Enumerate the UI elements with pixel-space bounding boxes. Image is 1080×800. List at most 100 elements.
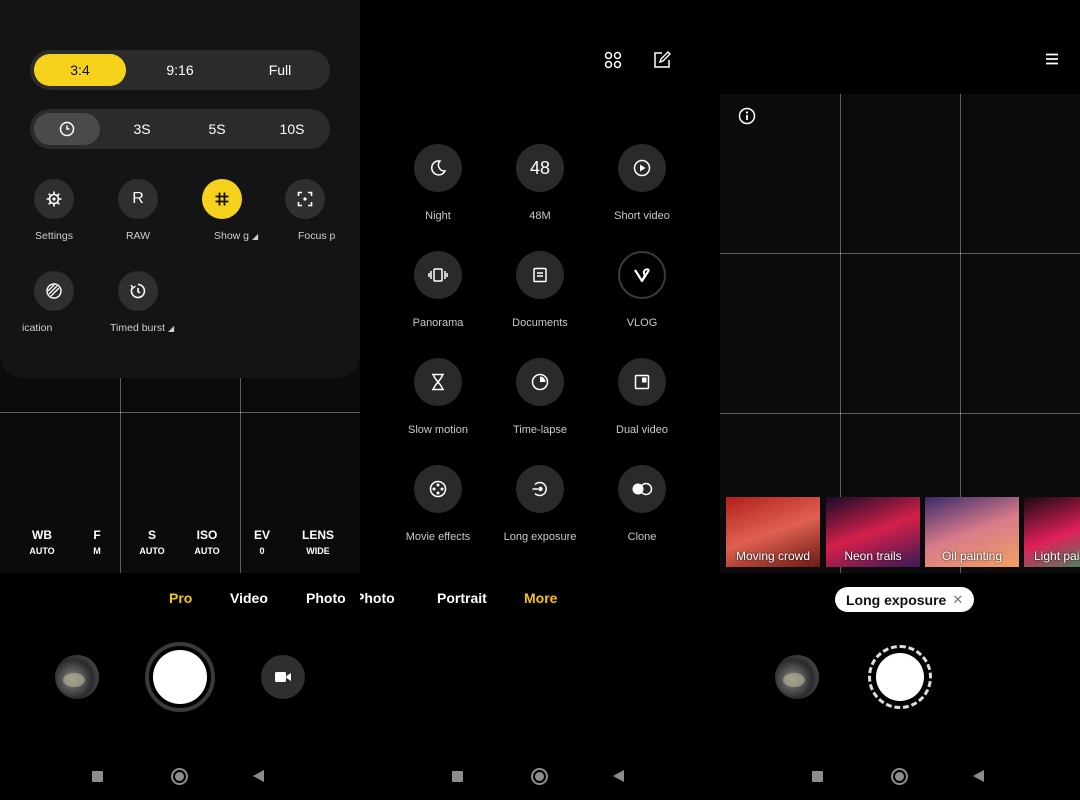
- mode-icon-button: [516, 465, 564, 513]
- gear-icon: [46, 191, 62, 207]
- show-grid-button[interactable]: [202, 179, 242, 219]
- param-f[interactable]: FM: [72, 528, 122, 556]
- more-modes-panel: Night 48 48M Short video Panorama Docume…: [360, 0, 720, 800]
- pro-mode-panel: 3:4 9:16 Full 3S 5S 10S Settings R RAW S…: [0, 0, 360, 800]
- param-value: M: [93, 546, 101, 556]
- param-name: S: [147, 528, 156, 542]
- recents-button[interactable]: [812, 771, 823, 782]
- mode-photo[interactable]: Photo: [360, 590, 395, 606]
- system-nav-bar: [360, 760, 720, 794]
- mode-48m[interactable]: 48 48M: [490, 144, 590, 222]
- record-video-button[interactable]: [261, 655, 305, 699]
- param-ev[interactable]: EV 0: [237, 528, 287, 556]
- show-grid-label-text: Show g: [214, 230, 250, 242]
- back-button[interactable]: [253, 770, 264, 782]
- param-s[interactable]: S AUTO: [127, 528, 177, 556]
- edit-icon: [654, 51, 671, 68]
- mode-label: Slow motion: [408, 424, 468, 436]
- param-value: AUTO: [139, 546, 165, 556]
- param-iso[interactable]: ISO AUTO: [182, 528, 232, 556]
- param-name: WB: [32, 528, 52, 542]
- ratio-option-9-16[interactable]: 9:16: [134, 54, 226, 86]
- edit-button[interactable]: [653, 51, 673, 71]
- dual-video-icon: [634, 374, 650, 390]
- mode-night[interactable]: Night: [388, 144, 488, 222]
- timer-10s-option[interactable]: 10S: [259, 113, 325, 145]
- active-effect-chip[interactable]: Long exposure ✕: [835, 587, 975, 612]
- grid-line: [720, 413, 1080, 414]
- mode-short-video[interactable]: Short video: [592, 144, 692, 222]
- info-button[interactable]: [738, 107, 756, 125]
- timed-burst-button[interactable]: [118, 271, 158, 311]
- ratio-option-3-4[interactable]: 3:4: [34, 54, 126, 86]
- apps-grid-button[interactable]: [604, 51, 624, 71]
- mode-video[interactable]: Video: [230, 590, 268, 606]
- focus-peaking-button[interactable]: [285, 179, 325, 219]
- mode-time-lapse[interactable]: Time-lapse: [490, 358, 590, 436]
- mode-icon-button: [618, 465, 666, 513]
- settings-label: Settings: [35, 230, 73, 242]
- mode-icon-button: 48: [516, 144, 564, 192]
- mode-icon-button: [414, 358, 462, 406]
- recents-button[interactable]: [452, 771, 463, 782]
- mode-icon-button: [414, 144, 462, 192]
- mode-clone[interactable]: Clone: [592, 465, 692, 543]
- quick-settings-card: 3:4 9:16 Full 3S 5S 10S Settings R RAW S…: [0, 0, 360, 378]
- effect-moving-crowd[interactable]: Moving crowd: [726, 497, 820, 567]
- recents-button[interactable]: [92, 771, 103, 782]
- gallery-thumbnail[interactable]: [775, 655, 819, 699]
- shutter-button[interactable]: [145, 642, 215, 712]
- mode-long-exposure[interactable]: Long exposure: [490, 465, 590, 543]
- mode-label: Movie effects: [405, 531, 471, 543]
- magnification-button[interactable]: [34, 271, 74, 311]
- param-lens[interactable]: LENS WIDE: [293, 528, 343, 556]
- back-button[interactable]: [973, 770, 984, 782]
- effect-neon-trails[interactable]: Neon trails: [826, 497, 920, 567]
- shutter-button[interactable]: [868, 645, 932, 709]
- raw-button[interactable]: R: [118, 179, 158, 219]
- effect-oil-painting[interactable]: Oil painting: [925, 497, 1019, 567]
- close-icon[interactable]: ✕: [952, 592, 963, 608]
- ratio-option-full[interactable]: Full: [234, 54, 326, 86]
- home-button[interactable]: [531, 768, 548, 785]
- effect-light-painting[interactable]: Light pai: [1024, 497, 1080, 567]
- gallery-thumbnail[interactable]: [55, 655, 99, 699]
- timed-burst-icon: [130, 283, 146, 299]
- mode-label: Night: [425, 210, 451, 222]
- mode-label: 48M: [529, 210, 551, 222]
- effect-label: Oil painting: [941, 549, 1003, 563]
- timed-burst-label-text: Timed burst: [110, 322, 166, 334]
- mode-panorama[interactable]: Panorama: [388, 251, 488, 329]
- home-button[interactable]: [891, 768, 908, 785]
- mode-more[interactable]: More: [524, 590, 557, 606]
- grid-line: [0, 412, 360, 413]
- mode-documents[interactable]: Documents: [490, 251, 590, 329]
- mode-label: Documents: [512, 317, 568, 329]
- document-icon: [533, 267, 547, 283]
- mode-vlog[interactable]: VLOG: [592, 251, 692, 329]
- mode-movie-effects[interactable]: Movie effects: [388, 465, 488, 543]
- timelapse-icon: [531, 373, 549, 391]
- mode-dual-video[interactable]: Dual video: [592, 358, 692, 436]
- back-button[interactable]: [613, 770, 624, 782]
- menu-button[interactable]: [1044, 52, 1062, 68]
- mode-slow-motion[interactable]: Slow motion: [388, 358, 488, 436]
- expand-caret-icon: ◢: [167, 324, 175, 333]
- hourglass-icon: [432, 373, 444, 391]
- four-dots-icon: [604, 51, 622, 69]
- home-button[interactable]: [171, 768, 188, 785]
- effects-filmstrip: Moving crowd Neon trails Oil painting Li…: [726, 497, 1080, 567]
- timer-5s-option[interactable]: 5S: [184, 113, 250, 145]
- mode-photo[interactable]: Photo: [306, 590, 346, 606]
- effect-label: Light pai: [1034, 549, 1080, 563]
- param-wb[interactable]: WB AUTO: [17, 528, 67, 556]
- mode-pro[interactable]: Pro: [169, 590, 192, 606]
- settings-button[interactable]: [34, 179, 74, 219]
- timer-off-option[interactable]: [34, 113, 100, 145]
- show-grid-label: Show g ◢: [214, 230, 258, 242]
- param-value: AUTO: [29, 546, 55, 556]
- timer-3s-option[interactable]: 3S: [109, 113, 175, 145]
- mode-label: Clone: [627, 531, 657, 543]
- info-icon: [738, 107, 756, 125]
- mode-portrait[interactable]: Portrait: [437, 590, 487, 606]
